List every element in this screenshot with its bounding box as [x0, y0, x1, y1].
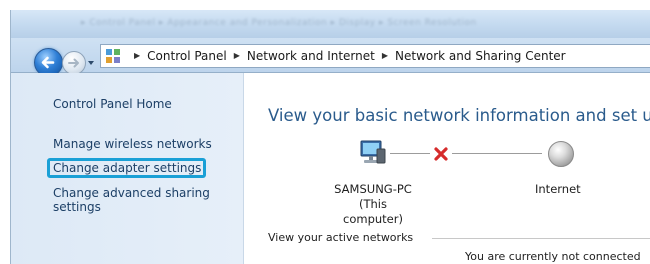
connection-line-right: [452, 153, 542, 154]
address-bar[interactable]: ▶ Control Panel ▶ Network and Internet ▶…: [100, 44, 650, 68]
sidebar-item-label: Change advanced sharing: [53, 186, 210, 200]
computer-name: SAMSUNG-PC: [334, 182, 412, 196]
internet-globe-icon[interactable]: [548, 141, 574, 167]
sidebar-item-label-continued: settings: [53, 200, 101, 214]
back-arrow-icon: [41, 56, 55, 69]
sidebar-control-panel-home[interactable]: Control Panel Home: [53, 97, 172, 111]
page-title: View your basic network information and …: [268, 106, 650, 125]
breadcrumb-network-sharing-center[interactable]: Network and Sharing Center: [395, 49, 566, 63]
computer-subtitle: (This computer): [343, 197, 403, 226]
breadcrumb-control-panel[interactable]: Control Panel: [147, 49, 227, 63]
computer-icon[interactable]: [357, 139, 387, 167]
explorer-window: ▸ Control Panel ▸ Appearance and Persona…: [10, 10, 650, 264]
control-panel-icon: [105, 48, 121, 64]
internet-label: Internet: [535, 182, 581, 196]
breadcrumb-arrow-icon[interactable]: ▶: [382, 51, 388, 60]
breadcrumb-arrow-icon[interactable]: ▶: [134, 51, 140, 60]
task-sidebar: Control Panel Home Manage wireless netwo…: [11, 73, 244, 264]
active-networks-heading: View your active networks: [268, 231, 414, 244]
blurred-title-crumbs: ▸ Control Panel ▸ Appearance and Persona…: [81, 18, 477, 28]
window-body: Control Panel Home Manage wireless netwo…: [11, 73, 650, 264]
forward-arrow-icon: [68, 58, 79, 68]
connection-line-left: [390, 153, 430, 154]
connection-status-text: You are currently not connected: [465, 250, 641, 263]
breadcrumb-network-and-internet[interactable]: Network and Internet: [247, 49, 375, 63]
adapter-settings-highlight: [47, 158, 206, 178]
main-content: View your basic network information and …: [244, 73, 650, 264]
sidebar-item-manage-wireless[interactable]: Manage wireless networks: [53, 137, 212, 151]
sidebar-item-advanced-sharing[interactable]: Change advanced sharing settings: [53, 186, 210, 214]
forward-button[interactable]: [62, 51, 86, 75]
breadcrumb-arrow-icon[interactable]: ▶: [234, 51, 240, 60]
computer-label: SAMSUNG-PC (This computer): [328, 182, 418, 227]
recent-pages-dropdown-icon[interactable]: [86, 58, 96, 68]
navigation-bar: ▶ Control Panel ▶ Network and Internet ▶…: [11, 38, 650, 77]
red-x-icon[interactable]: [433, 146, 449, 162]
title-bar: ▸ Control Panel ▸ Appearance and Persona…: [11, 10, 650, 38]
section-divider: [432, 238, 650, 239]
